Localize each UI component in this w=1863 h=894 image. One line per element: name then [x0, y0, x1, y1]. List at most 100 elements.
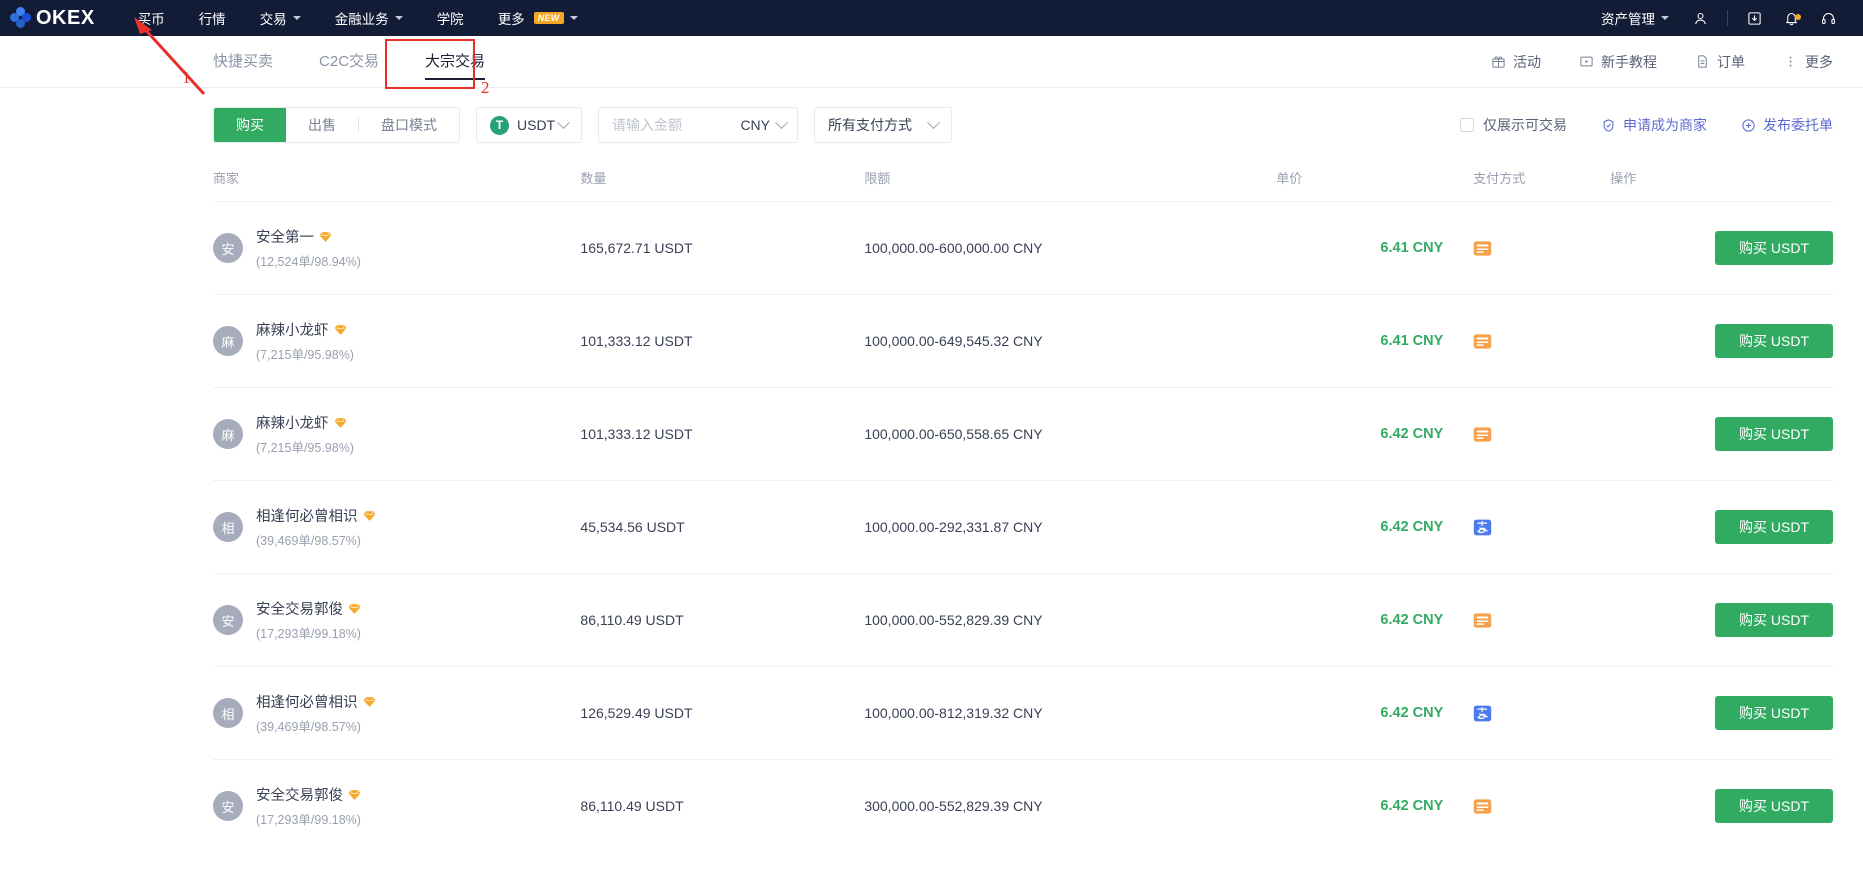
link-label: 新手教程	[1601, 53, 1657, 70]
buy-usdt-button[interactable]: 购买 USDT	[1715, 789, 1833, 824]
tab-c2c-trade[interactable]: C2C交易	[319, 36, 379, 88]
vip-gem-icon	[334, 417, 346, 428]
merchant-name-row: 麻辣小龙虾	[256, 412, 354, 433]
merchant-text: 麻辣小龙虾 (7,215单/95.98%)	[256, 319, 354, 363]
cell-amount: 101,333.12 USDT	[580, 387, 865, 481]
cell-action: 购买 USDT	[1610, 666, 1833, 760]
avatar: 安	[213, 233, 243, 263]
cell-action: 购买 USDT	[1610, 294, 1833, 388]
unit-price: 6.42 CNY	[1380, 798, 1444, 815]
table-row[interactable]: 相相逢何必曾相识 (39,469单/98.57%) 126,529.49 USDT 1…	[213, 666, 1833, 760]
cell-payment	[1443, 201, 1611, 295]
cell-merchant: 安安全第一 (12,524单/98.94%)	[213, 201, 581, 295]
link-label: 发布委托单	[1763, 117, 1833, 133]
table-row[interactable]: 安安全交易郭俊 (17,293单/99.18%) 86,110.49 USDT 300…	[213, 759, 1833, 853]
merchant-stats: (12,524单/98.94%)	[256, 255, 361, 269]
merchant-text: 安全交易郭俊 (17,293单/99.18%)	[256, 784, 361, 828]
merchant-stats: (7,215单/95.98%)	[256, 441, 354, 455]
nav-item-label: 交易	[259, 12, 287, 27]
avatar: 麻	[213, 326, 243, 356]
payment-method-selector[interactable]: 所有支付方式	[814, 107, 952, 143]
chevron-down-icon	[557, 115, 570, 129]
okex-logo[interactable]: OKEX	[10, 7, 95, 30]
nav-item-asset-management[interactable]: 资产管理	[1588, 8, 1682, 28]
buy-usdt-button[interactable]: 购买 USDT	[1715, 231, 1833, 265]
tab-block-trade[interactable]: 大宗交易	[425, 36, 486, 88]
segment-orderbook-mode[interactable]: 盘口模式	[359, 108, 459, 142]
okex-logo-text: OKEX	[36, 6, 95, 29]
nav-item-markets[interactable]: 行情	[182, 0, 243, 36]
publish-order-link[interactable]: 发布委托单	[1741, 115, 1833, 135]
primary-nav-items: 买币 行情 交易 金融业务 学院 更多 NEW	[121, 0, 595, 36]
merchant-info[interactable]: 麻麻辣小龙虾 (7,215单/95.98%)	[213, 319, 580, 363]
buy-usdt-button[interactable]: 购买 USDT	[1715, 696, 1833, 730]
table-row[interactable]: 安安全第一 (12,524单/98.94%) 165,672.71 USDT 100,…	[213, 201, 1833, 295]
merchant-info[interactable]: 相相逢何必曾相识 (39,469单/98.57%)	[213, 505, 580, 549]
more-vertical-icon	[1789, 56, 1792, 67]
nav-item-buy-coin[interactable]: 买币	[121, 0, 182, 36]
only-tradable-checkbox[interactable]: 仅展示可交易	[1460, 115, 1567, 135]
merchant-info[interactable]: 安安全交易郭俊 (17,293单/99.18%)	[213, 784, 580, 828]
support-button[interactable]	[1810, 11, 1847, 26]
buy-usdt-button[interactable]: 购买 USDT	[1715, 603, 1833, 637]
merchant-name: 安全交易郭俊	[256, 602, 343, 618]
merchant-info[interactable]: 安安全第一 (12,524单/98.94%)	[213, 226, 580, 270]
payment-method-value: 所有支付方式	[828, 117, 912, 133]
okex-logo-icon	[10, 7, 32, 29]
amount-input-group[interactable]: 请输入金额 CNY	[598, 107, 798, 143]
segment-label: 盘口模式	[381, 117, 437, 133]
table-row[interactable]: 相相逢何必曾相识 (39,469单/98.57%) 45,534.56 USDT 10…	[213, 480, 1833, 574]
cell-merchant: 相相逢何必曾相识 (39,469单/98.57%)	[213, 480, 581, 574]
nav-item-finance[interactable]: 金融业务	[318, 0, 420, 36]
cell-merchant: 麻麻辣小龙虾 (7,215单/95.98%)	[213, 294, 581, 388]
unit-price: 6.42 CNY	[1380, 519, 1444, 535]
vip-gem-icon	[363, 696, 375, 707]
segment-label: 购买	[236, 117, 264, 133]
table-row[interactable]: 麻麻辣小龙虾 (7,215单/95.98%) 101,333.12 USDT 100,…	[213, 294, 1833, 388]
tab-quick-buy-sell[interactable]: 快捷买卖	[213, 36, 273, 88]
cell-limit: 100,000.00-600,000.00 CNY	[864, 201, 1277, 295]
bank-card-icon	[1474, 612, 1492, 628]
cell-merchant: 安安全交易郭俊 (17,293单/99.18%)	[213, 759, 581, 853]
amount-input[interactable]: 请输入金额	[612, 115, 740, 135]
cell-payment	[1443, 666, 1611, 760]
link-orders[interactable]: 订单	[1695, 52, 1745, 72]
bank-card-icon	[1474, 333, 1492, 349]
nav-item-academy[interactable]: 学院	[420, 0, 481, 36]
segment-sell[interactable]: 出售	[286, 108, 358, 142]
buy-usdt-button[interactable]: 购买 USDT	[1715, 510, 1833, 544]
cell-limit: 100,000.00-552,829.39 CNY	[864, 573, 1277, 667]
merchant-info[interactable]: 相相逢何必曾相识 (39,469单/98.57%)	[213, 691, 580, 735]
apply-merchant-link[interactable]: 申请成为商家	[1601, 115, 1707, 135]
buy-usdt-button[interactable]: 购买 USDT	[1715, 417, 1833, 451]
merchant-info[interactable]: 麻麻辣小龙虾 (7,215单/95.98%)	[213, 412, 580, 456]
merchant-info[interactable]: 安安全交易郭俊 (17,293单/99.18%)	[213, 598, 580, 642]
merchant-text: 安全交易郭俊 (17,293单/99.18%)	[256, 598, 361, 642]
merchant-stats: (7,215单/95.98%)	[256, 348, 354, 362]
checkbox-box[interactable]	[1460, 118, 1474, 132]
cell-amount: 86,110.49 USDT	[580, 573, 865, 667]
link-beginner-tutorial[interactable]: 新手教程	[1579, 52, 1657, 72]
segment-buy[interactable]: 购买	[214, 108, 286, 142]
nav-item-label: 买币	[137, 12, 165, 27]
vip-gem-icon	[319, 231, 332, 242]
chevron-down-icon	[394, 16, 403, 20]
coin-selector[interactable]: T USDT	[476, 107, 582, 143]
link-activities[interactable]: 活动	[1491, 52, 1541, 72]
notification-dot-badge	[1795, 13, 1801, 20]
download-app-button[interactable]	[1736, 11, 1773, 26]
nav-item-trade[interactable]: 交易	[243, 0, 318, 36]
link-label: 更多	[1805, 53, 1833, 70]
link-more[interactable]: 更多	[1783, 52, 1833, 72]
table-row[interactable]: 安安全交易郭俊 (17,293单/99.18%) 86,110.49 USDT 100…	[213, 573, 1833, 667]
buy-usdt-button[interactable]: 购买 USDT	[1715, 324, 1833, 358]
account-button[interactable]	[1682, 11, 1719, 26]
nav-item-more[interactable]: 更多 NEW	[481, 0, 595, 36]
merchant-stats: (17,293单/99.18%)	[256, 627, 361, 641]
table-row[interactable]: 麻麻辣小龙虾 (7,215单/95.98%) 101,333.12 USDT 100,…	[213, 387, 1833, 481]
cell-price: 6.42 CNY	[1276, 759, 1444, 853]
notifications-button[interactable]	[1773, 11, 1810, 26]
column-header-limit: 限额	[864, 171, 891, 186]
cell-limit: 100,000.00-650,558.65 CNY	[864, 387, 1277, 481]
unit-price: 6.42 CNY	[1380, 705, 1444, 721]
